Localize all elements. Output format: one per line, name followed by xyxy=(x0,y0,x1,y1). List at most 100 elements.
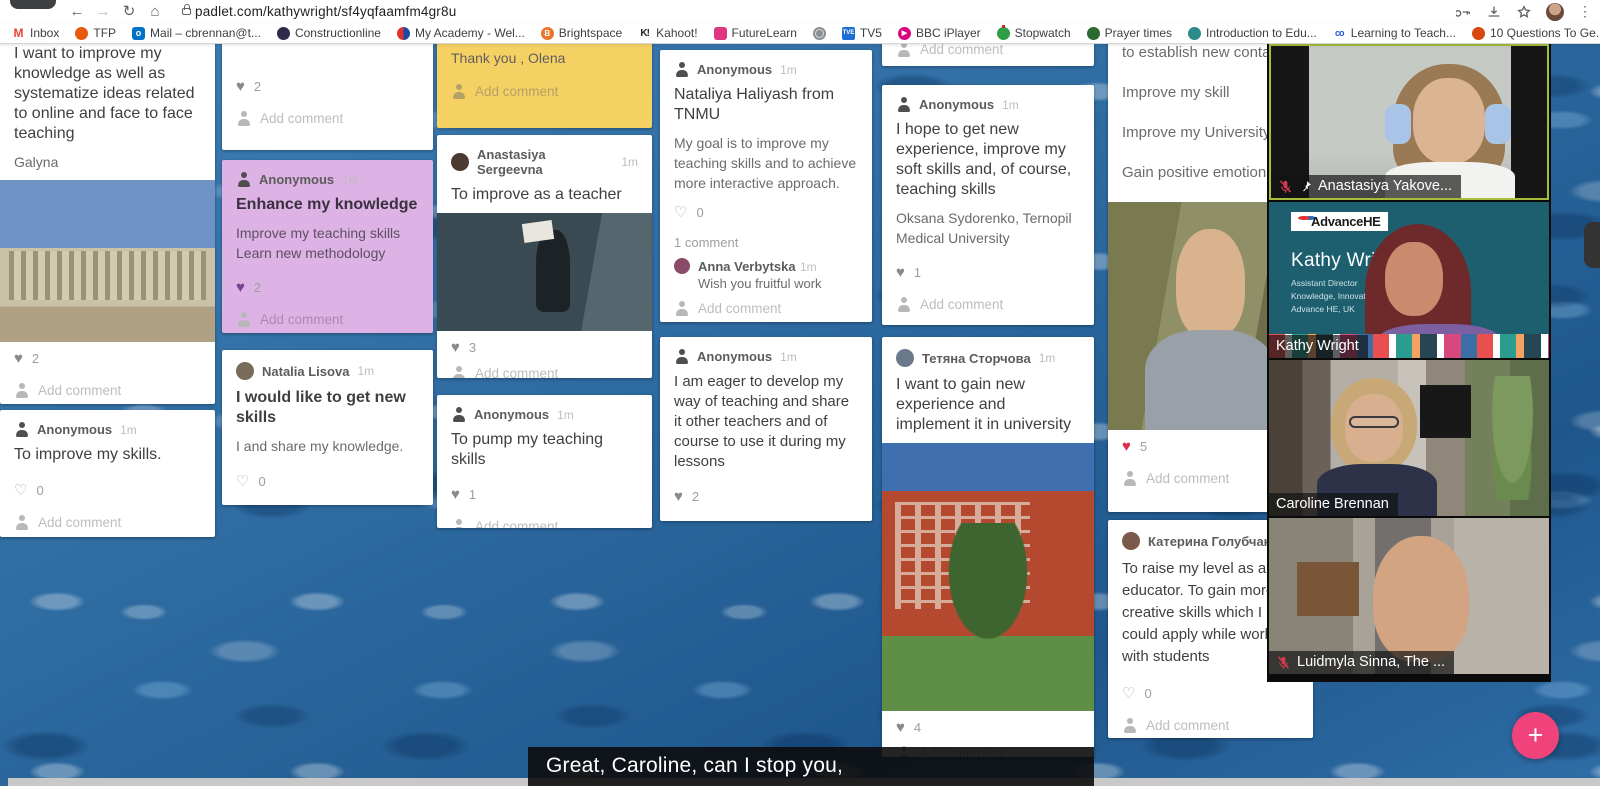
bookmark-constructionline[interactable]: Constructionline xyxy=(271,24,387,42)
user-avatar xyxy=(236,362,254,380)
like-button[interactable]: 0 xyxy=(0,473,215,507)
forward-icon[interactable]: → xyxy=(90,2,116,22)
like-button[interactable]: 2 xyxy=(222,70,433,103)
add-comment-button[interactable]: Add comment xyxy=(660,513,872,521)
post-card: Natalia Lisova1m I would like to get new… xyxy=(222,350,433,505)
person-icon xyxy=(451,366,466,378)
like-button[interactable]: 0 xyxy=(660,201,872,229)
browser-tab[interactable] xyxy=(10,0,56,9)
bookmark-star-icon[interactable] xyxy=(1516,4,1532,20)
photo-campus-building[interactable] xyxy=(882,443,1094,711)
bookmark-10-questions[interactable]: 10 Questions To Ge... xyxy=(1466,24,1600,42)
url-bar[interactable]: padlet.com/kathywright/sf4yqfaamfm4gr8u xyxy=(195,4,456,19)
like-button[interactable]: 2 xyxy=(222,271,433,304)
add-comment-button[interactable]: Add comment xyxy=(660,293,872,322)
participant-label: Kathy Wright xyxy=(1269,335,1368,358)
bookmark-stopwatch[interactable]: Stopwatch xyxy=(991,24,1077,42)
download-icon[interactable] xyxy=(1486,4,1502,20)
add-comment-button[interactable]: Add comment xyxy=(222,103,433,134)
comment-text: Thank you , Olena xyxy=(437,48,652,68)
tfp-icon xyxy=(75,27,88,40)
video-tile-anastasiya[interactable]: Anastasiya Yakove... xyxy=(1269,44,1549,200)
video-tile-luidmyla[interactable]: Luidmyla Sinna, The ... xyxy=(1269,518,1549,674)
post-title: To pump my teaching skills xyxy=(451,430,638,470)
add-comment-button[interactable]: Add comment xyxy=(437,511,652,528)
globe-icon xyxy=(813,27,826,40)
prayer-times-icon xyxy=(1087,27,1100,40)
bookmark-mail[interactable]: oMail – cbrennan@t... xyxy=(126,24,267,42)
bookmark-bbc-iplayer[interactable]: ▶BBC iPlayer xyxy=(892,24,987,42)
post-card: Add comment xyxy=(882,44,1094,66)
like-button[interactable]: 1 xyxy=(437,478,652,511)
bookmark-intro-edu[interactable]: Introduction to Edu... xyxy=(1182,24,1323,42)
add-comment-button[interactable]: Add comment xyxy=(0,507,215,537)
video-tile-kathy[interactable]: AdvanceHE Kathy Wright Assistant Directo… xyxy=(1269,202,1549,358)
heart-outline-icon xyxy=(14,481,27,499)
add-comment-button[interactable]: Add comment xyxy=(882,44,1094,65)
bookmark-prayer-times[interactable]: Prayer times xyxy=(1081,24,1178,42)
post-title: I want to improve my knowledge as well a… xyxy=(14,44,201,144)
bookmark-futurelearn[interactable]: FutureLearn xyxy=(708,24,803,42)
like-button[interactable]: 1 xyxy=(882,256,1094,289)
headphones-icon xyxy=(1385,104,1411,144)
back-icon[interactable]: ← xyxy=(64,2,90,22)
bookmark-tfp[interactable]: TFP xyxy=(69,24,122,42)
post-card: Thank you , Olena Add comment xyxy=(437,44,652,128)
pin-icon xyxy=(1299,180,1312,193)
person-icon xyxy=(896,297,911,312)
user-avatar xyxy=(1122,532,1140,550)
brightspace-icon: B xyxy=(541,27,554,40)
post-title: To improve my skills. xyxy=(14,445,201,465)
person-icon xyxy=(236,111,251,126)
add-comment-button[interactable]: Add comment xyxy=(222,498,433,505)
like-button[interactable]: 2 xyxy=(0,342,215,375)
photo-teacher[interactable] xyxy=(437,213,652,331)
like-button[interactable]: 0 xyxy=(222,464,433,498)
video-tile-caroline[interactable]: Caroline Brennan xyxy=(1269,360,1549,516)
heart-outline-icon xyxy=(1122,684,1135,702)
bookmark-brightspace[interactable]: BBrightspace xyxy=(535,24,628,42)
bookmark-globe[interactable] xyxy=(807,24,832,42)
profile-avatar[interactable] xyxy=(1546,3,1564,21)
caption-bar: Great, Caroline, can I stop you, xyxy=(528,747,1094,786)
add-comment-button[interactable]: Add comment xyxy=(882,289,1094,320)
photo-university-building[interactable] xyxy=(0,180,215,342)
post-body: Learn new methodology xyxy=(236,243,419,263)
bookmark-tv5[interactable]: TVETV5 xyxy=(836,24,888,42)
add-comment-button[interactable]: Add comment xyxy=(437,76,652,107)
heart-icon xyxy=(451,339,460,356)
comment-text: Wish you fruitful work xyxy=(698,276,822,291)
key-icon[interactable] xyxy=(1456,4,1472,20)
post-body: Improve my teaching skills xyxy=(236,223,419,243)
plant xyxy=(1487,376,1537,501)
like-button[interactable]: 2 xyxy=(660,480,872,513)
reload-icon[interactable]: ↻ xyxy=(116,2,142,22)
bookmark-kahoot[interactable]: K!Kahoot! xyxy=(632,24,703,42)
commenter-avatar xyxy=(674,258,690,274)
heart-outline-icon xyxy=(674,203,687,221)
add-comment-button[interactable]: Add comment xyxy=(222,304,433,333)
add-comment-button[interactable]: Add comment xyxy=(1108,710,1313,738)
post-card: 2 Add comment xyxy=(222,44,433,150)
stopwatch-icon xyxy=(997,27,1010,40)
bookmark-learning-teach[interactable]: coLearning to Teach... xyxy=(1327,24,1462,42)
panel-collapse-handle[interactable] xyxy=(1584,222,1600,268)
like-button[interactable]: 4 xyxy=(882,711,1094,744)
add-comment-button[interactable]: Add comment xyxy=(437,364,652,378)
home-icon[interactable]: ⌂ xyxy=(142,2,168,22)
person-icon xyxy=(451,519,466,528)
bookmark-my-academy[interactable]: My Academy - Wel... xyxy=(391,24,531,42)
anonymous-avatar-icon xyxy=(451,407,466,422)
bbc-iplayer-icon: ▶ xyxy=(898,27,911,40)
participant-label: Luidmyla Sinna, The ... xyxy=(1269,651,1454,674)
bookmark-inbox[interactable]: MInbox xyxy=(6,24,65,42)
user-avatar xyxy=(896,349,914,367)
like-button[interactable]: 3 xyxy=(437,331,652,364)
comment-count[interactable]: 1 comment xyxy=(660,229,872,252)
add-comment-button[interactable]: Add comment xyxy=(0,375,215,404)
menu-kebab-icon[interactable]: ⋮ xyxy=(1578,3,1592,20)
add-post-fab[interactable]: + xyxy=(1512,712,1559,759)
heart-icon xyxy=(674,488,683,505)
post-card: Anonymous1m To improve my skills. 0 Add … xyxy=(0,410,215,537)
anonymous-avatar-icon xyxy=(14,422,29,437)
